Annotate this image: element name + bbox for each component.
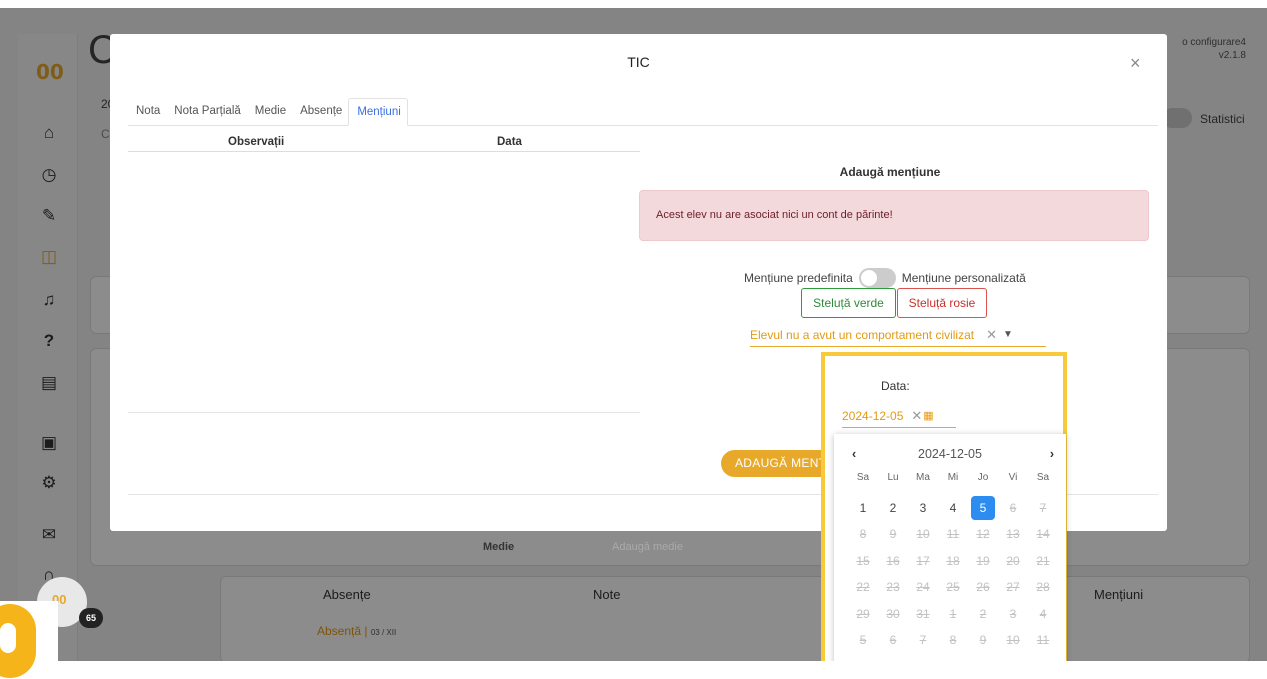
tab-nota[interactable]: Nota — [128, 98, 166, 126]
chevron-down-icon[interactable]: ▼ — [1003, 329, 1013, 340]
calendar-day: 6 — [1009, 500, 1017, 515]
red-star-button[interactable]: Steluță rosie — [897, 288, 987, 318]
add-mention-title-text: Adaugă mențiune — [839, 165, 941, 179]
calendar-day[interactable]: 2 — [878, 495, 908, 522]
calendar-day: 30 — [886, 606, 900, 621]
calendar-day: 27 — [1006, 580, 1020, 595]
tab-absen-e[interactable]: Absențe — [292, 98, 348, 126]
date-value: 2024-12-05 — [842, 408, 904, 423]
tab-men-iuni[interactable]: Mențiuni — [348, 98, 408, 126]
calendar-day: 1 — [949, 606, 957, 621]
calendar-day: 22 — [856, 580, 870, 595]
toggle-right-label: Mențiune personalizată — [901, 271, 1026, 285]
calendar-day: 19 — [976, 553, 990, 568]
calendar-day[interactable]: 1 — [848, 495, 878, 522]
calendar-day: 8 — [859, 527, 867, 542]
calendar-day: 3 — [1009, 606, 1017, 621]
calendar-dropdown: ‹ 2024-12-05 › Sa Lu Ma Mi Jo Vi Sa 1 2 3 4 5 6 7 8 9 10… — [834, 434, 1066, 661]
modal-tabs: Nota Nota Parțială Medie Absențe Mențiuni — [128, 98, 1158, 126]
calendar-day: 20 — [1006, 553, 1020, 568]
brand-logo — [0, 601, 58, 679]
calendar-day: 8 — [949, 633, 957, 648]
tab-nota-par-ial-[interactable]: Nota Parțială — [166, 98, 246, 126]
weekday-label: Ma — [916, 471, 930, 483]
calendar-day: 9 — [979, 633, 987, 648]
medie-input[interactable]: Adaugă medie — [612, 541, 683, 553]
calendar-day: 11 — [946, 527, 960, 542]
weekday-label: Mi — [947, 471, 959, 483]
column-observatii: Observații — [228, 136, 285, 148]
date-picker-panel: Data: 2024-12-05 ✕ ▦ ‹ 2024-12-05 › Sa Lu… — [821, 352, 1067, 661]
calendar-day: 29 — [856, 606, 870, 621]
next-month-icon[interactable]: › — [1050, 447, 1054, 461]
date-input[interactable]: 2024-12-05 ✕ ▦ — [842, 404, 956, 428]
calendar-icon[interactable]: ▦ — [923, 409, 933, 422]
calendar-day: 14 — [1036, 527, 1050, 542]
toggle-left-label: Mențiune predefinita — [744, 271, 853, 285]
mention-type-toggle-row: Mențiune predefinita Mențiune personaliz… — [744, 268, 1026, 288]
close-icon[interactable]: × — [1130, 53, 1141, 74]
calendar-day: 6 — [889, 633, 897, 648]
weekday-label: Jo — [977, 471, 989, 483]
calendar-day: 10 — [1006, 633, 1020, 648]
tab-medie[interactable]: Medie — [247, 98, 292, 126]
calendar-header: ‹ 2024-12-05 › — [834, 447, 1066, 463]
calendar-grid: Sa Lu Ma Mi Jo Vi Sa 1 2 3 4 5 6 7 8 9 10 11 12 13 14 15 16 17 1… — [848, 468, 1058, 654]
calendar-day: 18 — [946, 553, 960, 568]
app-frame: 00 ⌂ ◷ ✎ ◫ ♫ ? ▤ ▣ ⚙ ✉ ∩ C 20 C o config… — [0, 8, 1267, 661]
calendar-day: 16 — [886, 553, 900, 568]
calendar-day: 25 — [946, 580, 960, 595]
calendar-day: 13 — [1006, 527, 1020, 542]
calendar-day: 2 — [979, 606, 987, 621]
calendar-day: 11 — [1036, 633, 1050, 648]
modal-title: TIC — [627, 54, 650, 70]
selected-day[interactable]: 5 — [971, 495, 995, 520]
green-star-button[interactable]: Steluță verde — [801, 288, 896, 318]
notification-badge: 65 — [79, 608, 103, 628]
calendar-day: 23 — [886, 580, 900, 595]
add-mention-title: Adaugă mențiune — [750, 165, 1030, 179]
calendar-day: 21 — [1036, 553, 1050, 568]
calendar-day: 4 — [1039, 606, 1047, 621]
clear-date-icon[interactable]: ✕ — [911, 408, 922, 424]
parent-account-alert: Acest elev nu are asociat nici un cont d… — [639, 190, 1149, 241]
column-data: Data — [497, 136, 522, 148]
weekday-label: Sa — [856, 471, 870, 483]
list-divider — [128, 412, 640, 413]
calendar-day[interactable]: 5 — [968, 495, 998, 522]
calendar-day: 9 — [889, 527, 897, 542]
weekday-label: Sa — [1036, 471, 1050, 483]
calendar-day: 31 — [916, 606, 930, 621]
mention-select-value: Elevul nu a avut un comportament civiliz… — [750, 327, 975, 342]
calendar-day: 5 — [859, 633, 867, 648]
calendar-day: 7 — [919, 633, 927, 648]
weekday-label: Lu — [887, 471, 899, 483]
calendar-day: 7 — [1039, 500, 1047, 515]
calendar-day[interactable]: 3 — [908, 495, 938, 522]
calendar-day: 24 — [916, 580, 930, 595]
mention-type-switch[interactable] — [858, 268, 896, 288]
date-label: Data: — [881, 379, 910, 393]
brand-logo-eye — [0, 623, 16, 653]
calendar-day: 10 — [916, 527, 930, 542]
calendar-day: 15 — [856, 553, 870, 568]
calendar-day: 28 — [1036, 580, 1050, 595]
calendar-day: 12 — [976, 527, 990, 542]
clear-icon[interactable]: ✕ — [986, 327, 997, 343]
calendar-month-label: 2024-12-05 — [918, 447, 982, 461]
calendar-day[interactable]: 4 — [938, 495, 968, 522]
medie-label: Medie — [483, 541, 515, 553]
calendar-day: 26 — [976, 580, 990, 595]
mention-select[interactable]: Elevul nu a avut un comportament civiliz… — [750, 323, 1046, 347]
weekday-label: Vi — [1008, 471, 1018, 483]
calendar-day: 17 — [916, 553, 930, 568]
header-divider — [128, 151, 640, 152]
